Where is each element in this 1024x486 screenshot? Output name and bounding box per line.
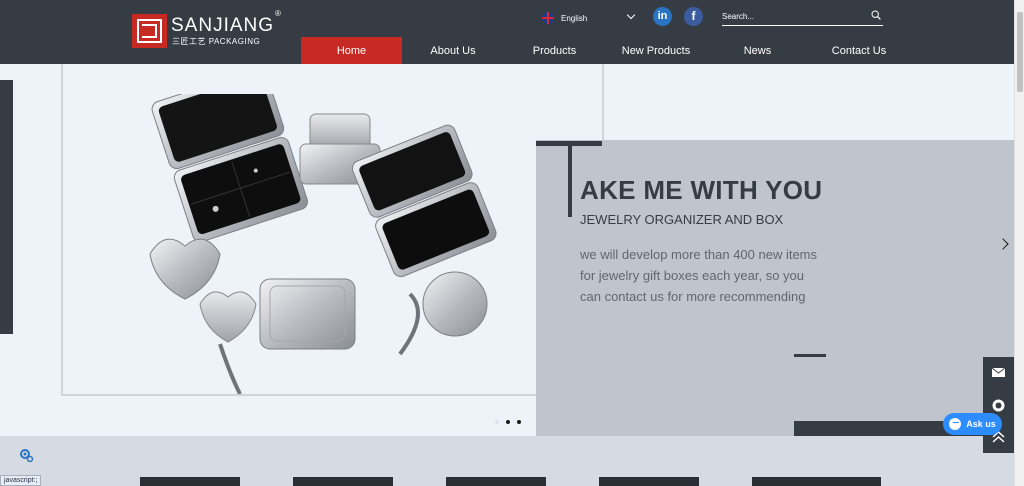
title-initial-decoration [568,141,572,217]
hero-slider: AKE ME WITH YOU JEWELRY ORGANIZER AND BO… [0,64,1014,436]
registered-mark: ® [275,8,282,18]
slide-dot[interactable] [495,420,499,424]
mail-icon[interactable] [983,357,1014,388]
decorative-dash [794,354,826,357]
slide-dot[interactable] [517,420,521,424]
language-selector[interactable]: English [542,11,587,25]
nav-news[interactable]: News [707,37,808,64]
nav-home[interactable]: Home [301,37,402,64]
brand-subtitle: 三匠工艺 PACKAGING [172,37,261,46]
product-thumbnail[interactable] [446,477,546,486]
slide-pagination [495,420,528,424]
decorative-strip [0,80,13,334]
nav-about-us[interactable]: About Us [402,37,504,64]
nav-products[interactable]: Products [504,37,605,64]
hero-body-line: can contact us for more recommending [580,289,806,304]
hero-body-line: for jewelry gift boxes each year, so you [580,268,805,283]
search-input[interactable] [722,10,862,23]
product-thumbnail[interactable] [140,477,240,486]
ask-us-label: Ask us [966,419,996,429]
brand-name[interactable]: SANJIANG® [171,9,282,37]
nav-contact-us[interactable]: Contact Us [808,37,910,64]
uk-flag-icon [542,12,554,24]
chevron-down-icon[interactable] [626,10,636,20]
language-label: English [561,13,588,23]
site-header: SANJIANG® 三匠工艺 PACKAGING English in f Ho… [0,0,1014,64]
search-box [722,10,883,26]
nav-new-products[interactable]: New Products [605,37,707,64]
product-thumbnail[interactable] [599,477,699,486]
main-nav: Home About Us Products New Products News… [301,37,910,64]
hero-headline: AKE ME WITH YOU [580,175,823,205]
product-thumbnail[interactable] [293,477,393,486]
status-url: javascript:; [0,475,42,486]
search-icon[interactable] [871,10,881,20]
logo-icon[interactable] [132,14,167,48]
messenger-icon [949,418,962,430]
scroll-thumb[interactable] [1017,12,1023,92]
linkedin-icon[interactable]: in [653,7,672,26]
settings-gear-icon[interactable] [18,447,34,463]
hero-subhead: JEWELRY ORGANIZER AND BOX [580,212,784,227]
page-scrollbar[interactable] [1014,0,1024,486]
product-image [149,94,497,394]
ask-us-button[interactable]: Ask us [943,413,1002,435]
hero-body: we will develop more than 400 new items … [580,244,817,307]
floating-toolbar [983,357,1014,453]
slide-dot[interactable] [506,420,510,424]
hero-body-line: we will develop more than 400 new items [580,247,818,262]
facebook-icon[interactable]: f [684,7,703,26]
product-thumbnail[interactable] [752,477,881,486]
